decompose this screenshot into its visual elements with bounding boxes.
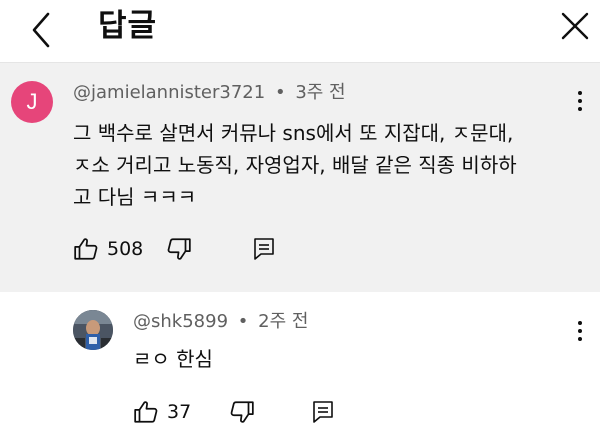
avatar[interactable] bbox=[73, 310, 113, 350]
dislike-button[interactable] bbox=[229, 392, 255, 432]
like-button[interactable]: 508 bbox=[73, 229, 143, 269]
comment-more-button[interactable] bbox=[570, 87, 590, 117]
comment-time: 3주 전 bbox=[295, 82, 346, 103]
avatar[interactable]: J bbox=[11, 81, 53, 123]
comment-meta: @jamielannister3721 • 3주 전 bbox=[73, 81, 346, 105]
comment-author[interactable]: @jamielannister3721 bbox=[73, 82, 265, 103]
thumbs-up-icon bbox=[74, 238, 98, 260]
comment-time: 2주 전 bbox=[258, 311, 309, 332]
user-photo-icon bbox=[73, 310, 113, 350]
dislike-button[interactable] bbox=[166, 229, 192, 269]
more-vertical-icon bbox=[570, 91, 590, 111]
close-button[interactable] bbox=[553, 6, 597, 50]
like-count: 508 bbox=[107, 238, 144, 260]
page-title: 답글 bbox=[98, 8, 158, 44]
more-vertical-icon bbox=[570, 321, 590, 341]
comment-text-line: 고 다님 ㅋㅋㅋ bbox=[73, 185, 197, 209]
parent-comment: J @jamielannister3721 • 3주 전 그 백수로 살면서 커… bbox=[0, 62, 600, 293]
comment-text: 그 백수로 살면서 커뮤나 sns에서 또 지잡대, ㅈ문대, ㅈ소 거리고 노… bbox=[73, 117, 573, 213]
close-icon bbox=[561, 12, 589, 40]
reply-button[interactable] bbox=[311, 392, 335, 432]
thumbs-down-icon bbox=[230, 401, 254, 423]
thumbs-down-icon bbox=[167, 238, 191, 260]
comment-meta: @shk5899 • 2주 전 bbox=[133, 310, 308, 334]
comment-more-button[interactable] bbox=[570, 317, 590, 347]
comment-text: ㄹㅇ 한심 bbox=[133, 347, 213, 371]
reply-comment-icon bbox=[313, 401, 333, 423]
reply-comment-icon bbox=[254, 238, 274, 260]
meta-separator: • bbox=[274, 82, 286, 103]
like-button[interactable]: 37 bbox=[133, 392, 191, 432]
comment-actions: 37 bbox=[133, 392, 573, 432]
back-button[interactable] bbox=[22, 8, 66, 52]
like-count: 37 bbox=[167, 401, 192, 423]
top-bar: 답글 bbox=[0, 0, 600, 62]
comment-author[interactable]: @shk5899 bbox=[133, 311, 228, 332]
comment-actions: 508 bbox=[73, 229, 573, 269]
reply-button[interactable] bbox=[252, 229, 276, 269]
meta-separator: • bbox=[237, 311, 249, 332]
thumbs-up-icon bbox=[134, 401, 158, 423]
reply-comment: @shk5899 • 2주 전 ㄹㅇ 한심 37 bbox=[0, 292, 600, 442]
comment-text-line: 그 백수로 살면서 커뮤나 sns에서 또 지잡대, ㅈ문대, bbox=[73, 121, 514, 145]
comment-text-line: ㅈ소 거리고 노동직, 자영업자, 배달 같은 직종 비하하 bbox=[73, 153, 517, 177]
chevron-left-icon bbox=[32, 12, 50, 48]
